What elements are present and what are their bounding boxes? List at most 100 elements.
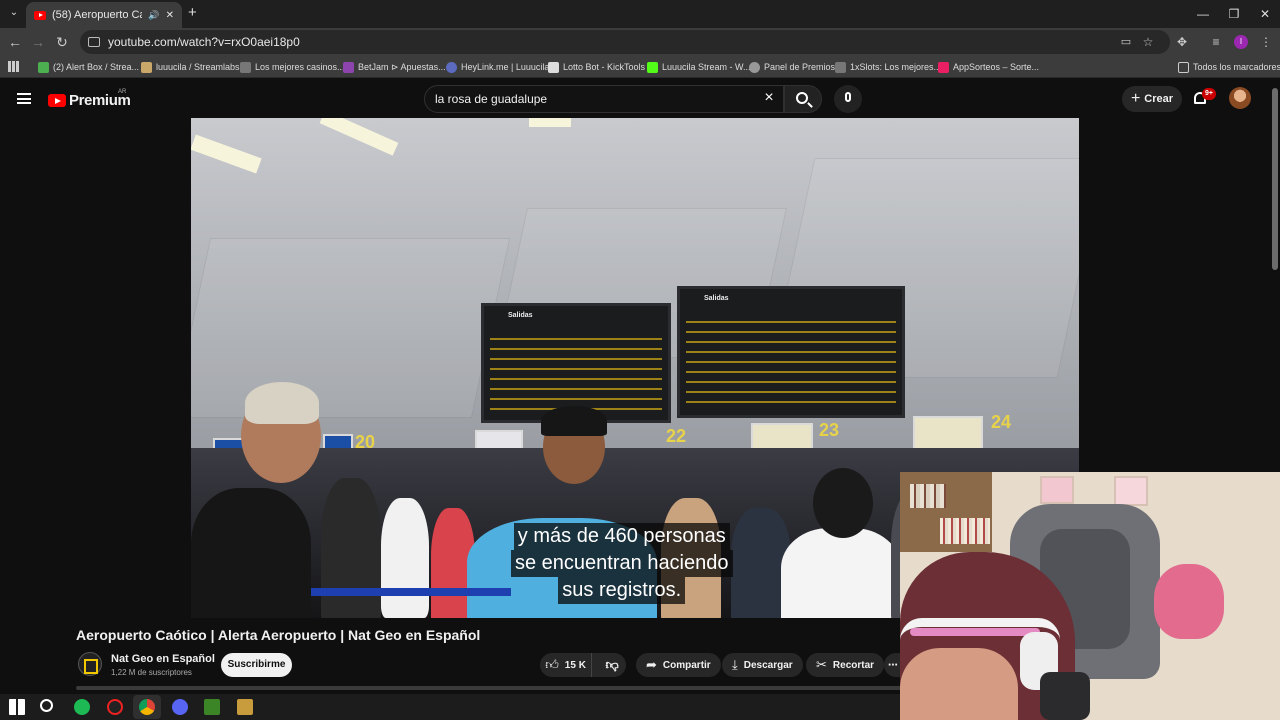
bookmark-item-betjam[interactable]: BetJam ⊳ Apuestas... <box>343 60 446 74</box>
bookmark-favicon-icon <box>141 61 152 73</box>
bookmark-item-heylink[interactable]: HeyLink.me | Luuucila <box>446 60 549 74</box>
person <box>381 498 429 618</box>
subtitle-line: se encuentran haciendo <box>511 550 733 577</box>
plush-toy <box>1154 564 1224 639</box>
board-title: Salidas <box>704 295 729 302</box>
subtitle-line: y más de 460 personas <box>513 523 730 550</box>
more-icon: ⋯ <box>888 659 898 671</box>
bookmark-favicon-icon <box>343 61 354 73</box>
create-label: Crear <box>1144 93 1174 105</box>
person-hair <box>541 406 607 436</box>
search-input[interactable]: la rosa de guadalupe <box>424 85 784 113</box>
video-title: Aeropuerto Caótico | Alerta Aeropuerto |… <box>76 627 481 643</box>
person-head <box>813 468 873 538</box>
plus-icon: + <box>1130 90 1141 107</box>
url-text: youtube.com/watch?v=rxO0aei18p0 <box>108 35 300 49</box>
address-bar[interactable]: youtube.com/watch?v=rxO0aei18p0 <box>80 30 1170 54</box>
bookmark-item-streamlabs[interactable]: luuucila / Streamlabs <box>141 60 240 74</box>
extensions-icon[interactable]: ✥ <box>1172 32 1192 52</box>
notification-badge: 9+ <box>1202 88 1216 100</box>
ceiling-light <box>529 118 571 127</box>
departures-board-right: Salidas <box>677 286 905 418</box>
hamburger-menu-icon[interactable] <box>17 93 31 104</box>
bookmark-item-appsorteos[interactable]: AppSorteos – Sorte... <box>938 60 1039 74</box>
page-scrollbar[interactable] <box>1272 88 1278 270</box>
board-title: Salidas <box>508 312 533 319</box>
gate-number: 22 <box>666 426 687 446</box>
more-actions-button[interactable]: ⋯ <box>884 653 900 677</box>
site-info-icon[interactable] <box>88 37 100 47</box>
subscribe-button[interactable]: Suscribirme <box>221 653 292 677</box>
all-bookmarks-folder[interactable]: Todos los marcadores <box>1178 60 1280 74</box>
reload-icon[interactable]: ↻ <box>52 32 72 52</box>
app-icon[interactable] <box>107 699 123 715</box>
gate-number: 24 <box>991 412 1012 432</box>
browser-tab-strip: ⌄ (58) Aeropuerto Caótico | A 🔊 ✕ + — ❐ … <box>0 0 1280 28</box>
bookmark-item-alert-box[interactable]: (2) Alert Box / Strea... <box>38 60 139 74</box>
search-icon[interactable] <box>40 699 53 712</box>
new-tab-button[interactable]: + <box>188 4 202 22</box>
description-box-edge <box>76 686 906 690</box>
apps-grid-icon[interactable] <box>8 61 19 72</box>
reading-list-icon[interactable]: ≡ <box>1206 32 1226 52</box>
person-hair <box>245 382 319 424</box>
bookmark-item-casinos[interactable]: Los mejores casinos... <box>240 60 345 74</box>
discord-icon[interactable] <box>172 699 188 715</box>
restore-button[interactable]: ❐ <box>1219 4 1249 24</box>
streamer-face <box>900 648 1018 720</box>
clear-search-icon[interactable]: × <box>762 90 776 106</box>
cast-icon[interactable]: ▭ <box>1116 32 1136 52</box>
bookmark-item-kicktools[interactable]: Lotto Bot - KickTools <box>548 60 645 74</box>
bookmark-star-icon[interactable]: ☆ <box>1138 32 1158 52</box>
channel-name[interactable]: Nat Geo en Español <box>111 653 215 665</box>
like-count: 15 K <box>564 659 586 671</box>
create-button[interactable]: + Crear <box>1122 86 1182 112</box>
person <box>191 488 311 618</box>
windows-taskbar <box>0 694 900 720</box>
voice-search-button[interactable] <box>834 85 862 113</box>
windows-icon[interactable] <box>9 699 25 715</box>
browser-tab-active[interactable]: (58) Aeropuerto Caótico | A 🔊 ✕ <box>26 2 182 28</box>
wall-frame <box>1040 476 1074 504</box>
browser-toolbar: ← → ↻ youtube.com/watch?v=rxO0aei18p0 ▭ … <box>0 28 1280 56</box>
minimize-button[interactable]: — <box>1188 4 1218 24</box>
tab-close-icon[interactable]: ✕ <box>166 10 174 21</box>
share-button[interactable]: ➦ Compartir <box>636 653 721 677</box>
bookmark-item-premios[interactable]: Panel de Premios <box>749 60 835 74</box>
dislike-button[interactable]: 👎︎ <box>598 653 626 677</box>
queue-belt <box>311 588 511 596</box>
download-icon: ⤓ <box>732 657 738 672</box>
bookmark-favicon-icon <box>835 61 846 73</box>
channel-avatar[interactable] <box>78 652 102 676</box>
bookmark-item-1xslots[interactable]: 1xSlots: Los mejores... <box>835 60 941 74</box>
thumbs-up-icon: 👍︎ <box>545 657 559 672</box>
globe-icon <box>749 61 760 73</box>
tab-search-button[interactable]: ⌄ <box>6 5 22 21</box>
speaker-icon[interactable]: 🔊 <box>148 10 159 21</box>
person <box>321 478 381 618</box>
forward-arrow-icon[interactable]: → <box>28 32 48 52</box>
minecraft-icon[interactable] <box>204 699 220 715</box>
subtitle-line: sus registros. <box>558 577 686 604</box>
spotify-icon[interactable] <box>74 699 90 715</box>
tab-title: (58) Aeropuerto Caótico | A <box>52 9 142 21</box>
person <box>781 528 901 618</box>
search-button[interactable] <box>784 85 822 113</box>
download-button[interactable]: ⤓ Descargar <box>722 653 803 677</box>
bookmarks-bar: (2) Alert Box / Strea... luuucila / Stre… <box>0 56 1280 78</box>
bookmark-item-kick-stream[interactable]: Luuucila Stream - W... <box>647 60 751 74</box>
kick-favicon-icon <box>647 61 658 73</box>
back-arrow-icon[interactable]: ← <box>5 32 25 52</box>
account-avatar[interactable] <box>1229 87 1251 109</box>
clip-button[interactable]: ✂ Recortar <box>806 653 885 677</box>
wall-frame <box>1114 476 1148 506</box>
launcher-icon[interactable] <box>237 699 253 715</box>
profile-avatar-icon[interactable]: I <box>1234 35 1248 49</box>
books <box>910 484 946 508</box>
chrome-icon[interactable] <box>139 699 155 715</box>
books <box>940 518 990 544</box>
scissors-icon: ✂ <box>816 657 827 672</box>
browser-menu-icon[interactable]: ⋮ <box>1256 32 1276 52</box>
like-button[interactable]: 👍︎ 15 K <box>540 653 593 677</box>
window-close-button[interactable]: ✕ <box>1250 4 1280 24</box>
